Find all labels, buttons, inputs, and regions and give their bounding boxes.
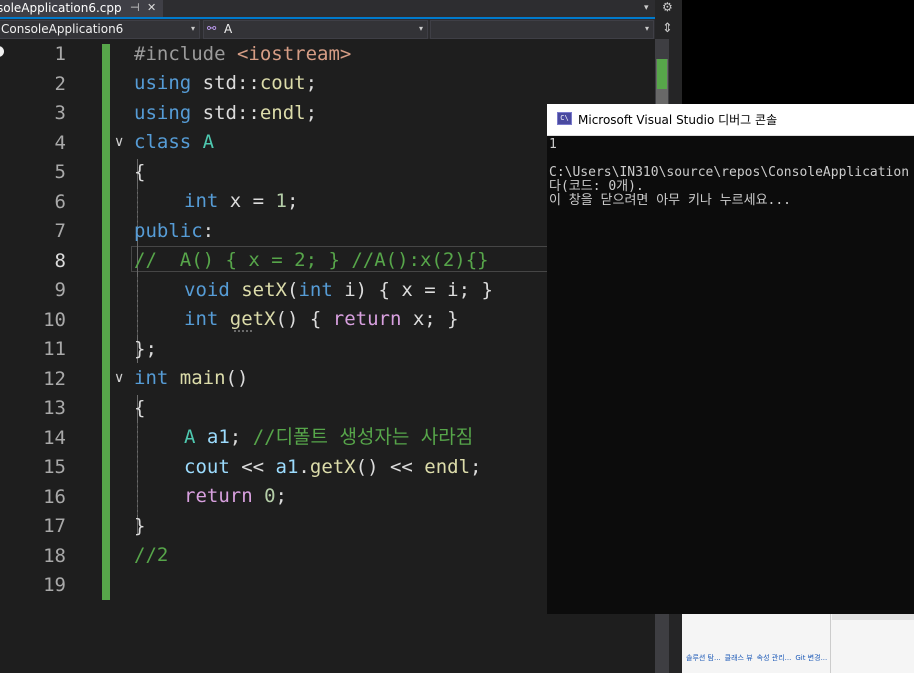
fold-toggle-icon[interactable]: ∨	[114, 128, 124, 156]
member-selector[interactable]: ▾	[430, 20, 654, 39]
line-number: 8	[54, 249, 66, 272]
line-number: 11	[43, 338, 66, 360]
tab-list-dropdown-icon[interactable]: ▾	[644, 0, 649, 16]
indent-guide	[137, 277, 138, 335]
console-title-bar[interactable]: C\ Microsoft Visual Studio 디버그 콘솔	[547, 104, 914, 136]
code-line-3: using std::endl;	[134, 102, 318, 124]
line-number: 15	[43, 456, 66, 478]
line-number: 3	[54, 102, 66, 124]
line-number: 18	[43, 544, 66, 567]
line-number: 9	[54, 279, 66, 301]
gear-icon[interactable]: ⚙	[662, 0, 673, 14]
tab-solution-explorer[interactable]: 솔루션 탐...	[686, 654, 721, 662]
code-line-4: class A	[134, 131, 215, 153]
tab-git-changes[interactable]: Git 변경...	[795, 654, 827, 662]
code-line-16: return 0;	[184, 485, 287, 507]
code-line-13: {	[134, 397, 146, 419]
line-number: 13	[43, 397, 66, 419]
class-selector[interactable]: ⚯ A ▾	[203, 20, 428, 39]
code-line-9: void setX(int i) { x = i; }	[184, 279, 493, 301]
split-window-icon[interactable]: ⇕	[662, 21, 673, 36]
line-number: 4	[54, 131, 66, 154]
line-number: 17	[43, 515, 66, 537]
navigation-bar: ConsoleApplication6 ▾ ⚯ A ▾ ▾	[0, 19, 655, 39]
code-line-17: }	[134, 515, 146, 537]
line-number: 14	[43, 426, 66, 449]
console-title: Microsoft Visual Studio 디버그 콘솔	[578, 113, 778, 127]
code-line-11: };	[134, 338, 157, 360]
tool-window-tabs: 솔루션 탐... 클래스 뷰 속성 관리... Git 변경...	[686, 653, 831, 667]
code-line-1: #include <iostream>	[134, 43, 352, 65]
chevron-down-icon[interactable]: ▾	[419, 21, 423, 37]
chevron-down-icon[interactable]: ▾	[645, 21, 649, 37]
pin-tab-icon[interactable]: ⊣	[130, 0, 140, 16]
intellisense-squiggle	[234, 330, 252, 332]
document-tab-bar: soleApplication6.cpp ⊣ ✕ ▾	[0, 0, 655, 17]
code-line-14: A a1; //디폴트 생성자는 사라짐	[184, 426, 474, 448]
chevron-down-icon[interactable]: ▾	[191, 21, 195, 37]
project-selector[interactable]: ConsoleApplication6 ▾	[0, 20, 200, 39]
tab-property-manager[interactable]: 속성 관리...	[757, 654, 792, 662]
console-app-icon: C\	[557, 112, 572, 125]
close-tab-icon[interactable]: ✕	[147, 0, 156, 16]
code-line-2: using std::cout;	[134, 72, 318, 94]
code-line-8: // A() { x = 2; } //A():x(2){}	[134, 249, 489, 271]
document-tab-title: soleApplication6.cpp	[0, 1, 122, 15]
line-number: 2	[54, 72, 66, 95]
line-number: 5	[54, 161, 66, 183]
code-line-10: int getX() { return x; }	[184, 308, 459, 330]
indent-guide	[137, 423, 138, 515]
code-line-12: int main()	[134, 367, 249, 389]
code-line-5: {	[134, 161, 146, 183]
tab-class-view[interactable]: 클래스 뷰	[725, 654, 753, 662]
line-number: 6	[54, 190, 66, 213]
line-number: 10	[43, 308, 66, 331]
line-number: 16	[43, 485, 66, 508]
code-line-15: cout << a1.getX() << endl;	[184, 456, 482, 478]
debug-console-window[interactable]: C\ Microsoft Visual Studio 디버그 콘솔 1 C:\U…	[547, 104, 914, 614]
project-selector-label: ConsoleApplication6	[1, 22, 124, 36]
class-icon: ⚯	[207, 22, 217, 35]
line-number: 1	[54, 43, 66, 65]
document-tab[interactable]: soleApplication6.cpp ⊣ ✕	[0, 0, 163, 17]
panel-row	[832, 614, 914, 620]
breakpoint-margin-icon[interactable]	[0, 46, 4, 57]
console-output: 1 C:\Users\IN310\source\repos\ConsoleApp…	[549, 137, 910, 208]
line-number: 19	[43, 574, 66, 596]
change-tracking-bar	[102, 44, 110, 600]
class-selector-label: A	[224, 22, 233, 36]
code-line-6: int x = 1;	[184, 190, 299, 212]
scrollbar-change-mark	[657, 59, 667, 89]
line-number: 12	[43, 367, 66, 390]
code-line-7: public:	[134, 220, 215, 242]
fold-toggle-icon[interactable]: ∨	[114, 364, 124, 392]
line-number: 7	[54, 220, 66, 242]
code-line-18: //2	[134, 544, 169, 566]
